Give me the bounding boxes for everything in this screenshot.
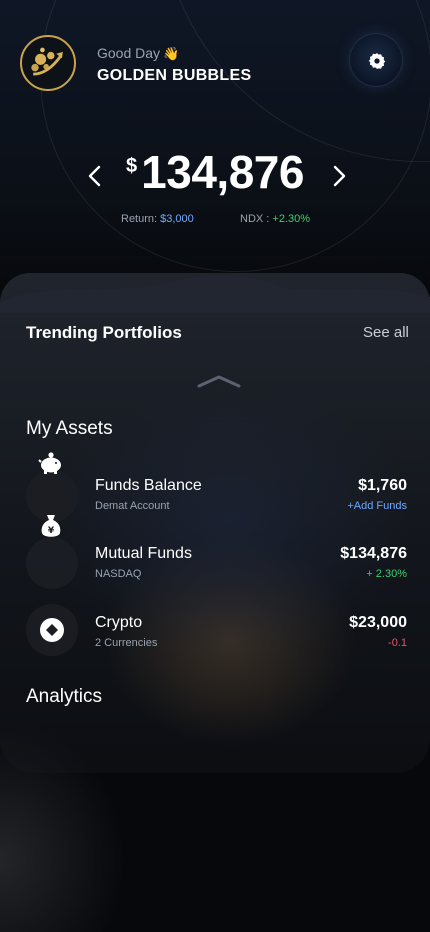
asset-name: Crypto xyxy=(95,614,143,631)
see-all-link[interactable]: See all xyxy=(363,324,409,341)
total-balance: $134,876 xyxy=(0,145,430,199)
asset-change: -0.1 xyxy=(388,637,407,649)
currency-symbol: $ xyxy=(126,155,138,177)
balance-amount: 134,876 xyxy=(141,146,304,198)
my-assets-title: My Assets xyxy=(26,418,113,439)
settings-button[interactable] xyxy=(349,33,403,87)
asset-subtitle: Demat Account xyxy=(95,500,170,512)
chevron-right-icon xyxy=(333,165,346,187)
greeting: Good Day 👋 xyxy=(97,45,179,62)
asset-value: $134,876 xyxy=(340,545,407,562)
greeting-text: Good Day xyxy=(97,45,161,61)
asset-icon-bg xyxy=(26,604,78,656)
index-label: NDX : xyxy=(240,213,270,225)
index-info: NDX : +2.30% xyxy=(240,213,310,225)
brand-name: GOLDEN BUBBLES xyxy=(97,67,252,84)
asset-value: $1,760 xyxy=(358,477,407,494)
golden-bubbles-logo-icon xyxy=(31,47,63,76)
asset-name: Mutual Funds xyxy=(95,545,192,562)
asset-icon-bg xyxy=(26,537,78,589)
asset-subtitle: 2 Currencies xyxy=(95,637,158,649)
return-label: Return: xyxy=(121,213,158,225)
wave-emoji-icon: 👋 xyxy=(163,46,180,61)
expand-handle-chevron-up-icon[interactable] xyxy=(196,372,242,390)
index-change: +2.30% xyxy=(272,213,311,225)
money-bag-icon: ¥ xyxy=(41,515,61,537)
asset-subtitle: NASDAQ xyxy=(95,568,142,580)
return-value: $3,000 xyxy=(160,213,194,225)
trending-portfolios-title: Trending Portfolios xyxy=(26,323,182,342)
gear-icon xyxy=(368,53,386,69)
panel-wave-edge xyxy=(0,275,430,313)
piggy-bank-icon xyxy=(38,452,61,474)
crypto-icon xyxy=(40,618,64,642)
asset-change: + 2.30% xyxy=(366,568,407,580)
analytics-title: Analytics xyxy=(26,686,103,707)
svg-text:¥: ¥ xyxy=(48,526,55,536)
asset-name: Funds Balance xyxy=(95,477,202,494)
asset-value: $23,000 xyxy=(349,614,407,631)
next-button[interactable] xyxy=(324,160,354,192)
return-info: Return: $3,000 xyxy=(121,213,194,225)
add-funds-link[interactable]: +Add Funds xyxy=(347,500,407,512)
brand-logo xyxy=(20,35,76,91)
